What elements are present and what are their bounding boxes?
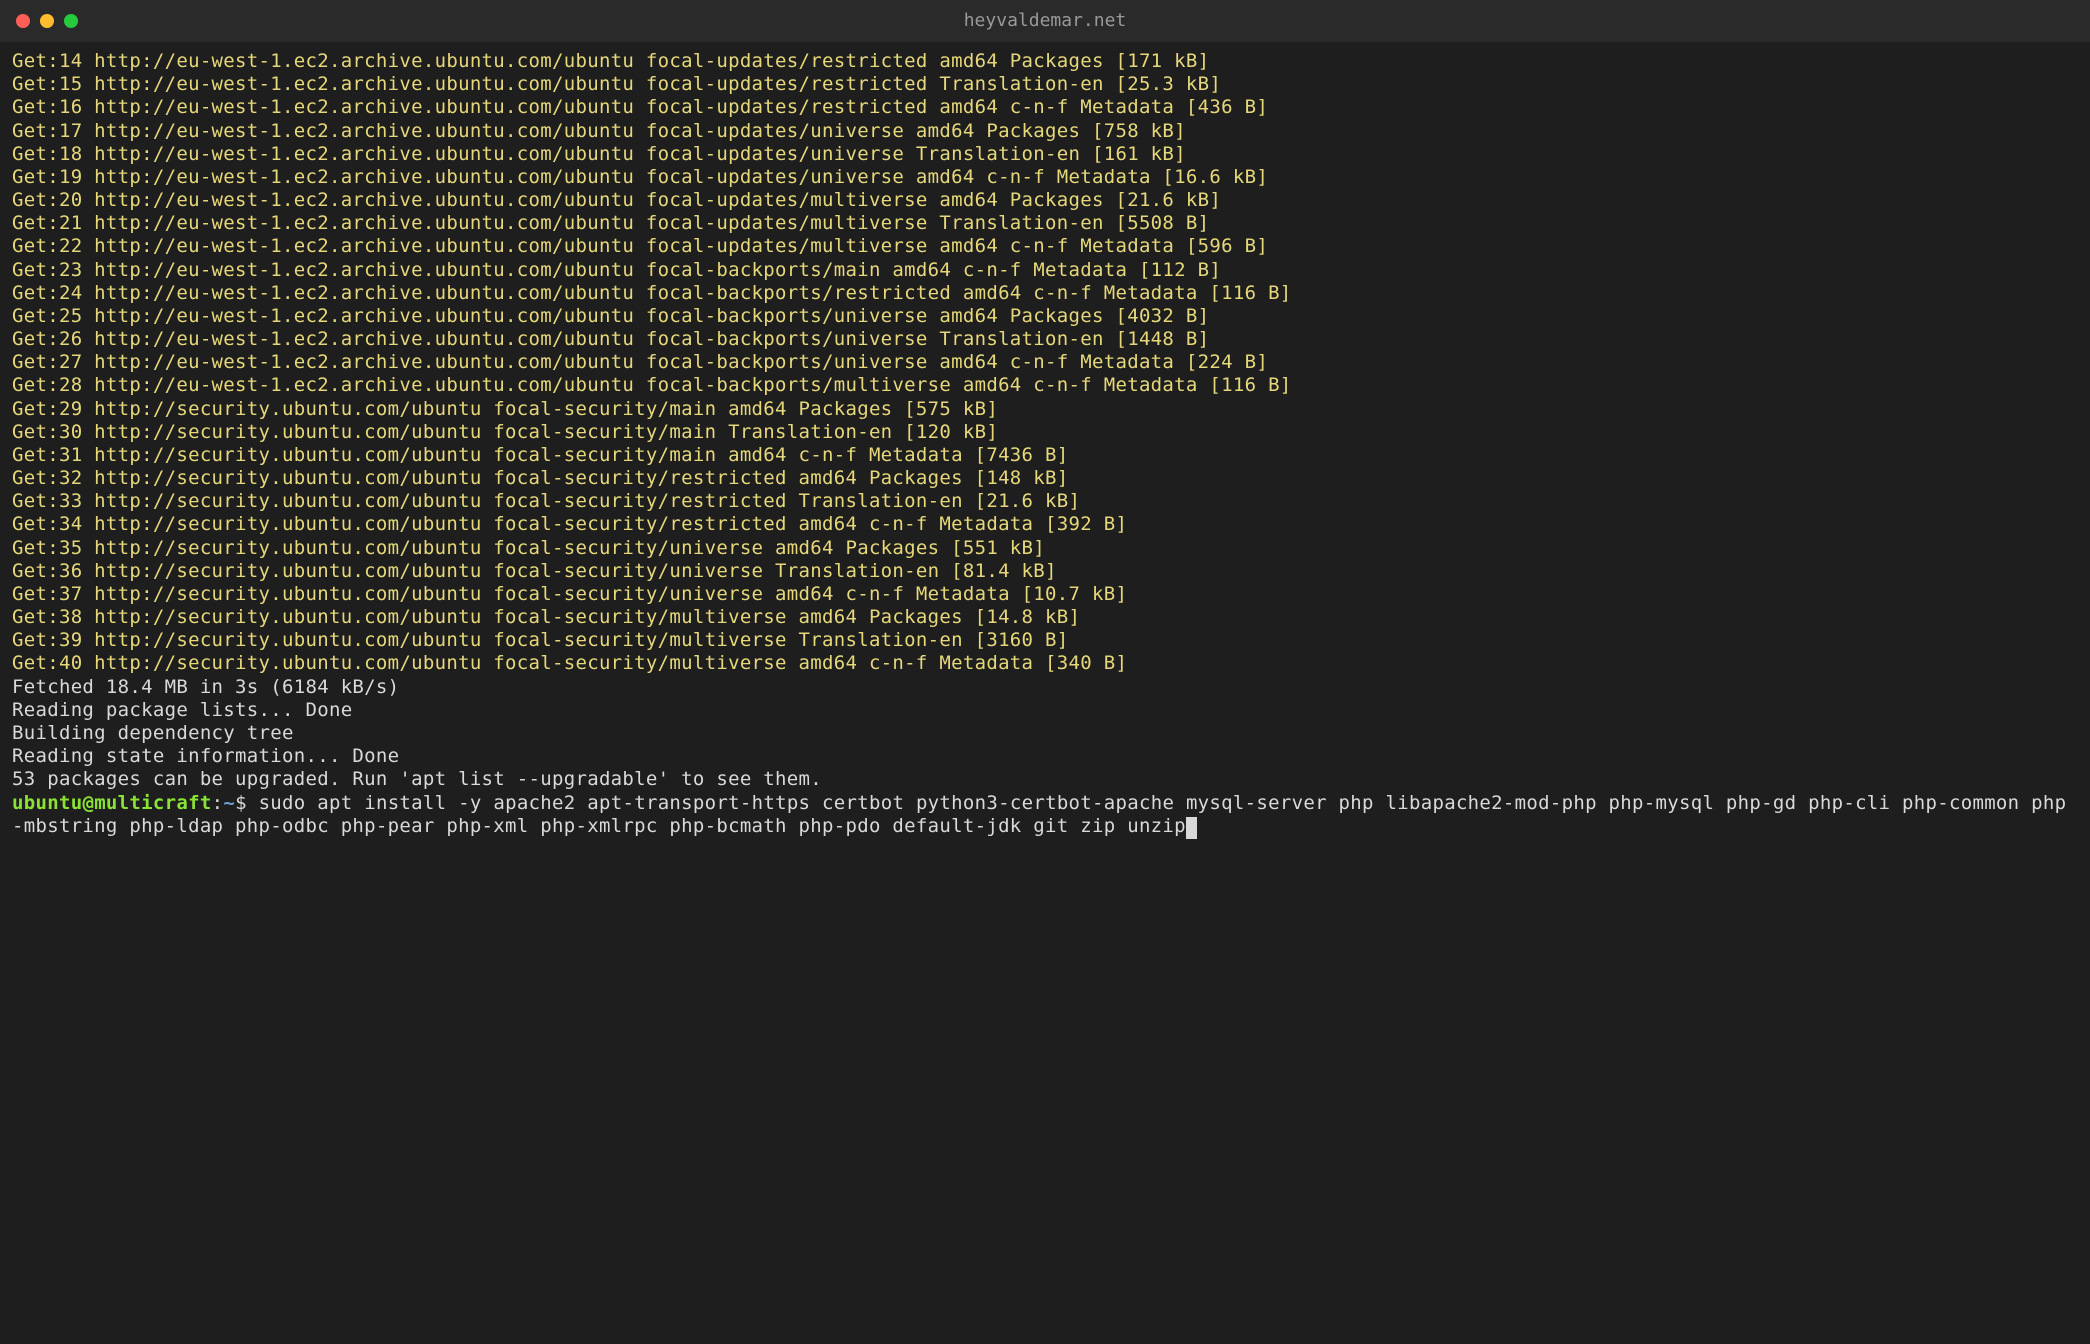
prompt-path: ~ <box>223 792 235 814</box>
output-line: Get:26 http://eu-west-1.ec2.archive.ubun… <box>12 328 2078 351</box>
output-line: Get:22 http://eu-west-1.ec2.archive.ubun… <box>12 235 2078 258</box>
output-line: Get:21 http://eu-west-1.ec2.archive.ubun… <box>12 212 2078 235</box>
cursor-icon <box>1186 817 1197 839</box>
prompt-colon: : <box>212 792 224 814</box>
output-line: Get:40 http://security.ubuntu.com/ubuntu… <box>12 652 2078 675</box>
close-icon[interactable] <box>16 14 30 28</box>
status-line: Building dependency tree <box>12 722 2078 745</box>
output-line: Get:36 http://security.ubuntu.com/ubuntu… <box>12 560 2078 583</box>
output-line: Get:20 http://eu-west-1.ec2.archive.ubun… <box>12 189 2078 212</box>
command-text: sudo apt install -y apache2 apt-transpor… <box>12 792 2066 837</box>
output-line: Get:28 http://eu-west-1.ec2.archive.ubun… <box>12 374 2078 397</box>
output-line: Get:17 http://eu-west-1.ec2.archive.ubun… <box>12 120 2078 143</box>
terminal-status: Fetched 18.4 MB in 3s (6184 kB/s)Reading… <box>12 676 2078 792</box>
output-line: Get:14 http://eu-west-1.ec2.archive.ubun… <box>12 50 2078 73</box>
status-line: Reading state information... Done <box>12 745 2078 768</box>
minimize-icon[interactable] <box>40 14 54 28</box>
output-line: Get:15 http://eu-west-1.ec2.archive.ubun… <box>12 73 2078 96</box>
output-line: Get:29 http://security.ubuntu.com/ubuntu… <box>12 398 2078 421</box>
terminal-body[interactable]: Get:14 http://eu-west-1.ec2.archive.ubun… <box>0 42 2090 846</box>
status-line: 53 packages can be upgraded. Run 'apt li… <box>12 768 2078 791</box>
output-line: Get:37 http://security.ubuntu.com/ubuntu… <box>12 583 2078 606</box>
status-line: Reading package lists... Done <box>12 699 2078 722</box>
zoom-icon[interactable] <box>64 14 78 28</box>
output-line: Get:25 http://eu-west-1.ec2.archive.ubun… <box>12 305 2078 328</box>
output-line: Get:38 http://security.ubuntu.com/ubuntu… <box>12 606 2078 629</box>
status-line: Fetched 18.4 MB in 3s (6184 kB/s) <box>12 676 2078 699</box>
output-line: Get:33 http://security.ubuntu.com/ubuntu… <box>12 490 2078 513</box>
prompt-user: ubuntu <box>12 792 82 814</box>
output-line: Get:23 http://eu-west-1.ec2.archive.ubun… <box>12 259 2078 282</box>
terminal-output: Get:14 http://eu-west-1.ec2.archive.ubun… <box>12 50 2078 676</box>
output-line: Get:30 http://security.ubuntu.com/ubuntu… <box>12 421 2078 444</box>
output-line: Get:31 http://security.ubuntu.com/ubuntu… <box>12 444 2078 467</box>
output-line: Get:32 http://security.ubuntu.com/ubuntu… <box>12 467 2078 490</box>
output-line: Get:27 http://eu-west-1.ec2.archive.ubun… <box>12 351 2078 374</box>
prompt-at: @ <box>82 792 94 814</box>
prompt-host: multicraft <box>94 792 211 814</box>
prompt-dollar: $ <box>235 792 247 814</box>
prompt-line[interactable]: ubuntu@multicraft:~$ sudo apt install -y… <box>12 792 2078 838</box>
output-line: Get:39 http://security.ubuntu.com/ubuntu… <box>12 629 2078 652</box>
output-line: Get:19 http://eu-west-1.ec2.archive.ubun… <box>12 166 2078 189</box>
titlebar: heyvaldemar.net <box>0 0 2090 42</box>
output-line: Get:35 http://security.ubuntu.com/ubuntu… <box>12 537 2078 560</box>
output-line: Get:34 http://security.ubuntu.com/ubuntu… <box>12 513 2078 536</box>
output-line: Get:18 http://eu-west-1.ec2.archive.ubun… <box>12 143 2078 166</box>
traffic-lights <box>16 14 78 28</box>
output-line: Get:16 http://eu-west-1.ec2.archive.ubun… <box>12 96 2078 119</box>
window-title: heyvaldemar.net <box>964 10 1127 32</box>
output-line: Get:24 http://eu-west-1.ec2.archive.ubun… <box>12 282 2078 305</box>
